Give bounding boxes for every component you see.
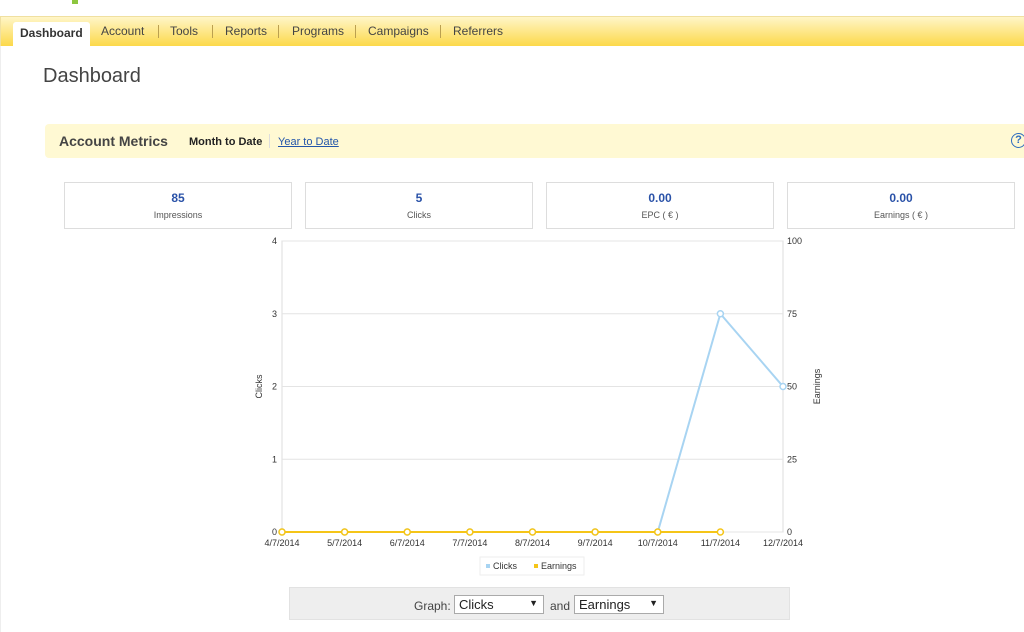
y2-tick-label: 0: [787, 527, 792, 537]
x-tick-label: 8/7/2014: [515, 538, 550, 548]
y-tick-label: 3: [272, 309, 277, 319]
data-point: [591, 528, 599, 536]
legend-swatch: [486, 564, 490, 568]
series-line-clicks: [282, 311, 784, 533]
y-tick-label: 4: [272, 236, 277, 246]
data-point: [466, 528, 474, 536]
legend-swatch: [534, 564, 538, 568]
data-point: [779, 382, 787, 391]
x-tick-label: 9/7/2014: [578, 538, 613, 548]
y-axis-label: Clicks: [254, 374, 264, 398]
y2-tick-label: 50: [787, 382, 797, 392]
data-point: [716, 528, 725, 536]
data-point: [716, 310, 725, 318]
x-tick-label: 12/7/2014: [763, 538, 803, 548]
data-point: [278, 528, 286, 536]
x-tick-label: 11/7/2014: [701, 538, 740, 548]
data-point: [340, 528, 349, 536]
legend-label: Clicks: [493, 561, 517, 571]
y2-tick-label: 100: [787, 236, 802, 246]
x-tick-label: 6/7/2014: [390, 538, 425, 548]
data-point: [654, 528, 662, 536]
metrics-chart: 0 1 2 3 4 0 25 50 75 100 4/7/2014 5/7/2014 6/7/2014 7…: [254, 236, 822, 576]
legend-label: Earnings: [541, 561, 577, 571]
data-point: [528, 528, 537, 536]
data-point: [403, 528, 411, 536]
y2-tick-label: 25: [787, 454, 797, 464]
x-tick-label: 10/7/2014: [638, 538, 678, 548]
x-tick-label: 7/7/2014: [452, 538, 487, 548]
y2-axis-label: Earnings: [812, 368, 822, 404]
y-tick-label: 2: [272, 382, 277, 392]
x-tick-label: 5/7/2014: [327, 538, 362, 548]
x-tick-label: 4/7/2014: [264, 538, 299, 548]
y-tick-label: 1: [272, 454, 277, 464]
y-tick-label: 0: [272, 527, 277, 537]
y2-tick-label: 75: [787, 309, 797, 319]
